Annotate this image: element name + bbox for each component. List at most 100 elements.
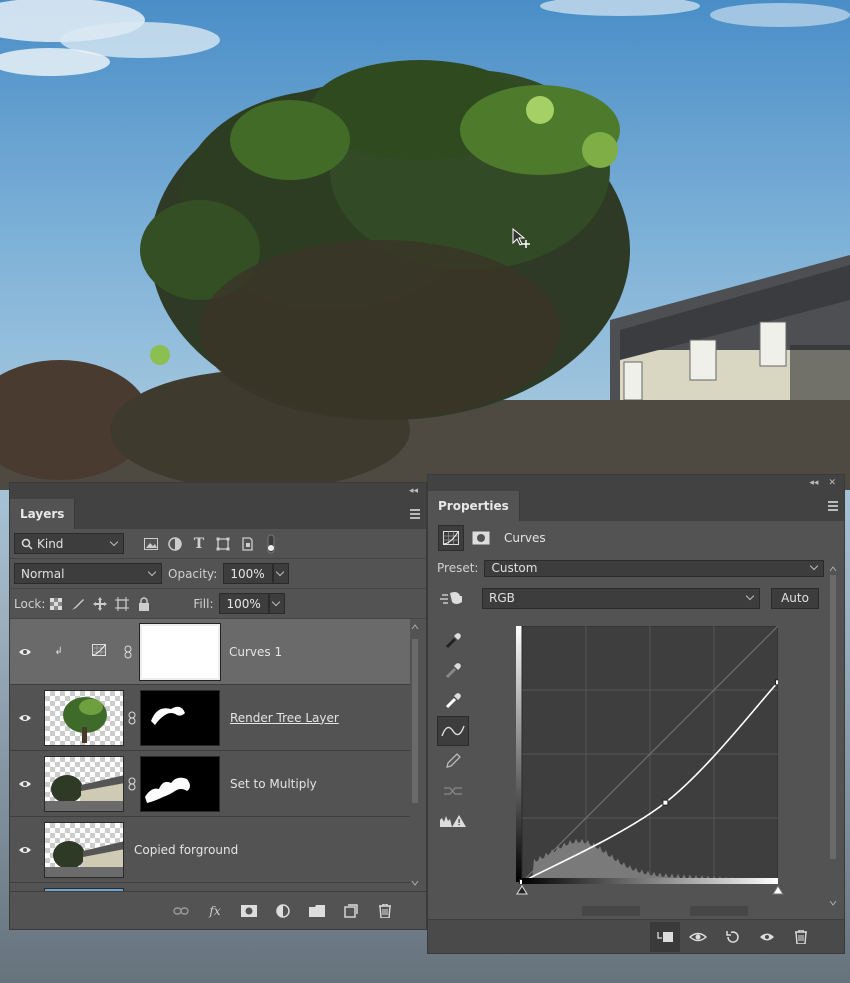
clipping-warning-icon[interactable] xyxy=(437,806,469,836)
layer-name-set-to-multiply: Set to Multiply xyxy=(230,776,317,791)
properties-scrollbar[interactable] xyxy=(828,561,838,911)
curves-graph[interactable] xyxy=(516,625,784,895)
reset-icon[interactable] xyxy=(718,922,748,952)
image-filter-icon[interactable] xyxy=(140,533,162,555)
layers-tabbar: Layers xyxy=(10,499,426,529)
collapse-icon[interactable]: ◂◂ xyxy=(409,486,418,496)
layer-row-partial[interactable] xyxy=(10,883,410,891)
link-chain-icon[interactable] xyxy=(124,777,140,791)
curves-adjustment-icon[interactable] xyxy=(438,525,464,551)
layer-row-curves[interactable]: ↲ Curves 1 xyxy=(10,619,410,685)
search-icon xyxy=(21,538,33,550)
delete-icon[interactable] xyxy=(786,922,816,952)
link-chain-icon[interactable] xyxy=(120,645,136,659)
channel-row: RGB Auto xyxy=(428,581,844,615)
curve-points-icon[interactable] xyxy=(437,716,469,746)
white-point-eyedropper-icon[interactable] xyxy=(437,686,469,716)
link-chain-icon[interactable] xyxy=(124,711,140,725)
view-previous-icon[interactable] xyxy=(684,922,714,952)
preset-dropdown[interactable]: Custom xyxy=(484,559,825,577)
curve-control-point[interactable] xyxy=(775,679,781,686)
pencil-icon[interactable] xyxy=(437,746,469,776)
input-value-field[interactable] xyxy=(582,906,640,916)
collapse-icon[interactable]: ◂◂ xyxy=(809,478,818,488)
blend-mode-dropdown[interactable]: Normal xyxy=(14,563,162,584)
curve-control-point[interactable] xyxy=(662,799,669,806)
layer-mask-thumbnail[interactable] xyxy=(140,689,220,746)
layer-thumbnail[interactable] xyxy=(44,689,124,746)
fx-icon[interactable]: fx xyxy=(204,900,226,922)
lock-paint-icon[interactable] xyxy=(67,593,89,615)
new-group-icon[interactable] xyxy=(306,900,328,922)
layer-mask-thumbnail[interactable] xyxy=(140,755,220,812)
properties-header: Curves xyxy=(428,521,844,555)
filter-kind-dropdown[interactable]: Kind xyxy=(14,533,124,554)
delete-icon[interactable] xyxy=(374,900,396,922)
smooth-icon[interactable] xyxy=(437,776,469,806)
type-filter-icon[interactable]: T xyxy=(188,533,210,555)
smart-object-filter-icon[interactable] xyxy=(236,533,258,555)
layer-row-render-tree[interactable]: Render Tree Layer xyxy=(10,685,410,751)
properties-collapse-bar[interactable]: ◂◂ ✕ xyxy=(428,475,844,491)
shape-filter-icon[interactable] xyxy=(212,533,234,555)
layer-thumbnail[interactable] xyxy=(44,821,124,878)
output-gradient-bar xyxy=(516,626,522,882)
layer-row-copied-foreground[interactable]: Copied forground xyxy=(10,817,410,883)
panel-menu-icon[interactable] xyxy=(410,509,420,521)
adjustment-filter-icon[interactable] xyxy=(164,533,186,555)
filter-toggle-icon[interactable] xyxy=(260,533,282,555)
add-mask-icon[interactable] xyxy=(238,900,260,922)
layer-name-render-tree: Render Tree Layer xyxy=(230,710,339,725)
opacity-slider-toggle[interactable] xyxy=(273,563,290,584)
link-layers-icon[interactable] xyxy=(170,900,192,922)
lock-all-icon[interactable] xyxy=(133,593,155,615)
layer-name-copied-foreground: Copied forground xyxy=(134,842,239,857)
input-sliders[interactable] xyxy=(516,884,786,900)
opacity-input[interactable]: 100% xyxy=(223,563,274,584)
chevron-down-icon xyxy=(147,567,157,576)
layer-filter-row: Kind T xyxy=(10,529,426,559)
layer-mask-icon[interactable] xyxy=(468,525,494,551)
auto-button[interactable]: Auto xyxy=(771,587,819,609)
properties-tabbar: Properties xyxy=(428,491,844,521)
lock-position-icon[interactable] xyxy=(89,593,111,615)
layer-mask-thumbnail[interactable] xyxy=(139,622,221,681)
close-icon[interactable]: ✕ xyxy=(828,478,836,488)
output-value-field[interactable] xyxy=(690,906,748,916)
preset-label: Preset: xyxy=(437,561,479,575)
chevron-down-icon xyxy=(276,567,285,576)
visibility-icon[interactable] xyxy=(10,713,40,723)
visibility-icon[interactable] xyxy=(752,922,782,952)
layer-thumbnail[interactable] xyxy=(44,755,124,812)
black-point-eyedropper-icon[interactable] xyxy=(437,626,469,656)
visibility-icon[interactable] xyxy=(10,845,40,855)
panel-menu-icon[interactable] xyxy=(828,501,838,513)
scene-thumbnail-icon xyxy=(45,774,123,811)
fill-slider-toggle[interactable] xyxy=(269,593,286,614)
clip-to-layer-icon[interactable] xyxy=(650,921,680,952)
new-adjustment-icon[interactable] xyxy=(272,900,294,922)
channel-dropdown[interactable]: RGB xyxy=(482,587,760,609)
chevron-down-icon xyxy=(810,561,819,571)
layers-panel: ◂◂ Layers Kind T Normal Opacity: 100% Lo… xyxy=(9,482,427,930)
clipping-arrow-icon: ↲ xyxy=(54,646,63,657)
layers-collapse-bar[interactable]: ◂◂ xyxy=(10,483,426,499)
lock-artboard-icon[interactable] xyxy=(111,593,133,615)
fill-input[interactable]: 100% xyxy=(219,593,270,614)
layers-scrollbar[interactable] xyxy=(410,619,420,891)
lock-transparent-icon[interactable] xyxy=(45,593,67,615)
tab-layers[interactable]: Layers xyxy=(10,499,76,529)
tab-properties[interactable]: Properties xyxy=(428,491,520,521)
layers-bottom-bar: fx xyxy=(10,891,426,929)
layer-row-set-to-multiply[interactable]: Set to Multiply xyxy=(10,751,410,817)
new-layer-icon[interactable] xyxy=(340,900,362,922)
visibility-icon[interactable] xyxy=(10,779,40,789)
properties-bottom-bar xyxy=(428,919,844,953)
curves-adjustment-icon xyxy=(91,644,106,659)
mask-shape-icon xyxy=(151,706,185,725)
gray-point-eyedropper-icon[interactable] xyxy=(437,656,469,686)
chevron-down-icon xyxy=(745,591,755,601)
layer-list[interactable]: ↲ Curves 1 Render Tree Layer Set to Mult… xyxy=(10,619,426,891)
visibility-icon[interactable] xyxy=(10,647,40,657)
target-adjust-icon[interactable] xyxy=(438,587,466,609)
